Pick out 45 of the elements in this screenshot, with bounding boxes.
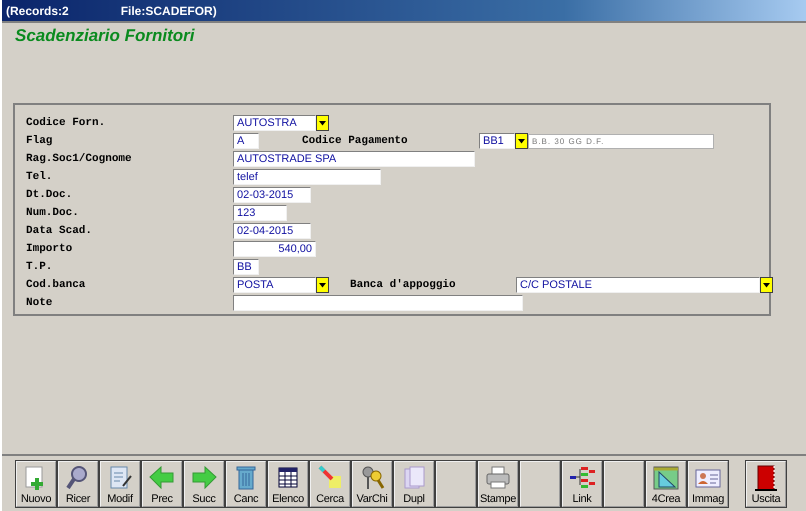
field-label: Codice Pagamento <box>302 135 409 147</box>
field-label: Codice Forn. <box>26 117 106 129</box>
field-label: Banca d'appoggio <box>350 279 457 291</box>
toolbar-button[interactable]: Canc <box>225 460 267 508</box>
input-field[interactable]: 02-04-2015 <box>233 223 311 239</box>
toolbar-button[interactable]: Cerca <box>309 460 351 508</box>
input-field[interactable]: AUTOSTRADE SPA <box>233 151 475 167</box>
toolbar-button[interactable]: Succ <box>183 460 225 508</box>
window-title: File:SCADEFOR) <box>120 4 217 18</box>
field-label: Num.Doc. <box>26 207 80 219</box>
field-label: Importo <box>26 243 74 255</box>
toolbar-button[interactable] <box>435 460 477 508</box>
input-field[interactable]: telef <box>233 169 381 185</box>
toolbar-button[interactable]: 4Crea <box>645 460 687 508</box>
toolbar-button[interactable]: Nuovo <box>15 460 57 508</box>
toolbar-button[interactable]: Dupl <box>393 460 435 508</box>
description-field: B.B. 30 GG D.F. <box>528 134 714 148</box>
toolbar-button[interactable]: VarChi <box>351 460 393 508</box>
field-label: Tel. <box>26 171 54 183</box>
field-label: Cod.banca <box>26 279 86 291</box>
toolbar-button[interactable]: Ricer <box>57 460 99 508</box>
input-field[interactable]: 540,00 <box>233 241 316 257</box>
field-label: Rag.Soc1/Cognome <box>26 153 133 165</box>
toolbar-button[interactable] <box>603 460 645 508</box>
toolbar-button[interactable]: Link <box>561 460 603 508</box>
toolbar-button[interactable]: Prec <box>141 460 183 508</box>
field-label: Dt.Doc. <box>26 189 74 201</box>
set-square-icon <box>651 464 681 492</box>
toolbar-button[interactable]: Elenco <box>267 460 309 508</box>
toolbar-button[interactable]: Modif <box>99 460 141 508</box>
toolbar-button[interactable] <box>519 460 561 508</box>
field-label: T.P. <box>26 261 54 273</box>
input-field[interactable] <box>233 295 523 311</box>
input-field[interactable]: 123 <box>233 205 287 221</box>
toolbar-button[interactable]: Stampe <box>477 460 519 508</box>
input-field[interactable]: 02-03-2015 <box>233 187 311 203</box>
field-label: Data Scad. <box>26 225 94 237</box>
exit-button[interactable]: Uscita <box>745 460 787 508</box>
input-field[interactable]: A <box>233 133 259 149</box>
toolbar-button[interactable]: Immag <box>687 460 729 508</box>
window-title: (Records:2 <box>6 4 69 18</box>
field-label: Flag <box>26 135 54 147</box>
field-label: Note <box>26 297 54 309</box>
input-field[interactable]: BB <box>233 259 259 275</box>
form-heading: Scadenziario Fornitori <box>14 25 194 47</box>
